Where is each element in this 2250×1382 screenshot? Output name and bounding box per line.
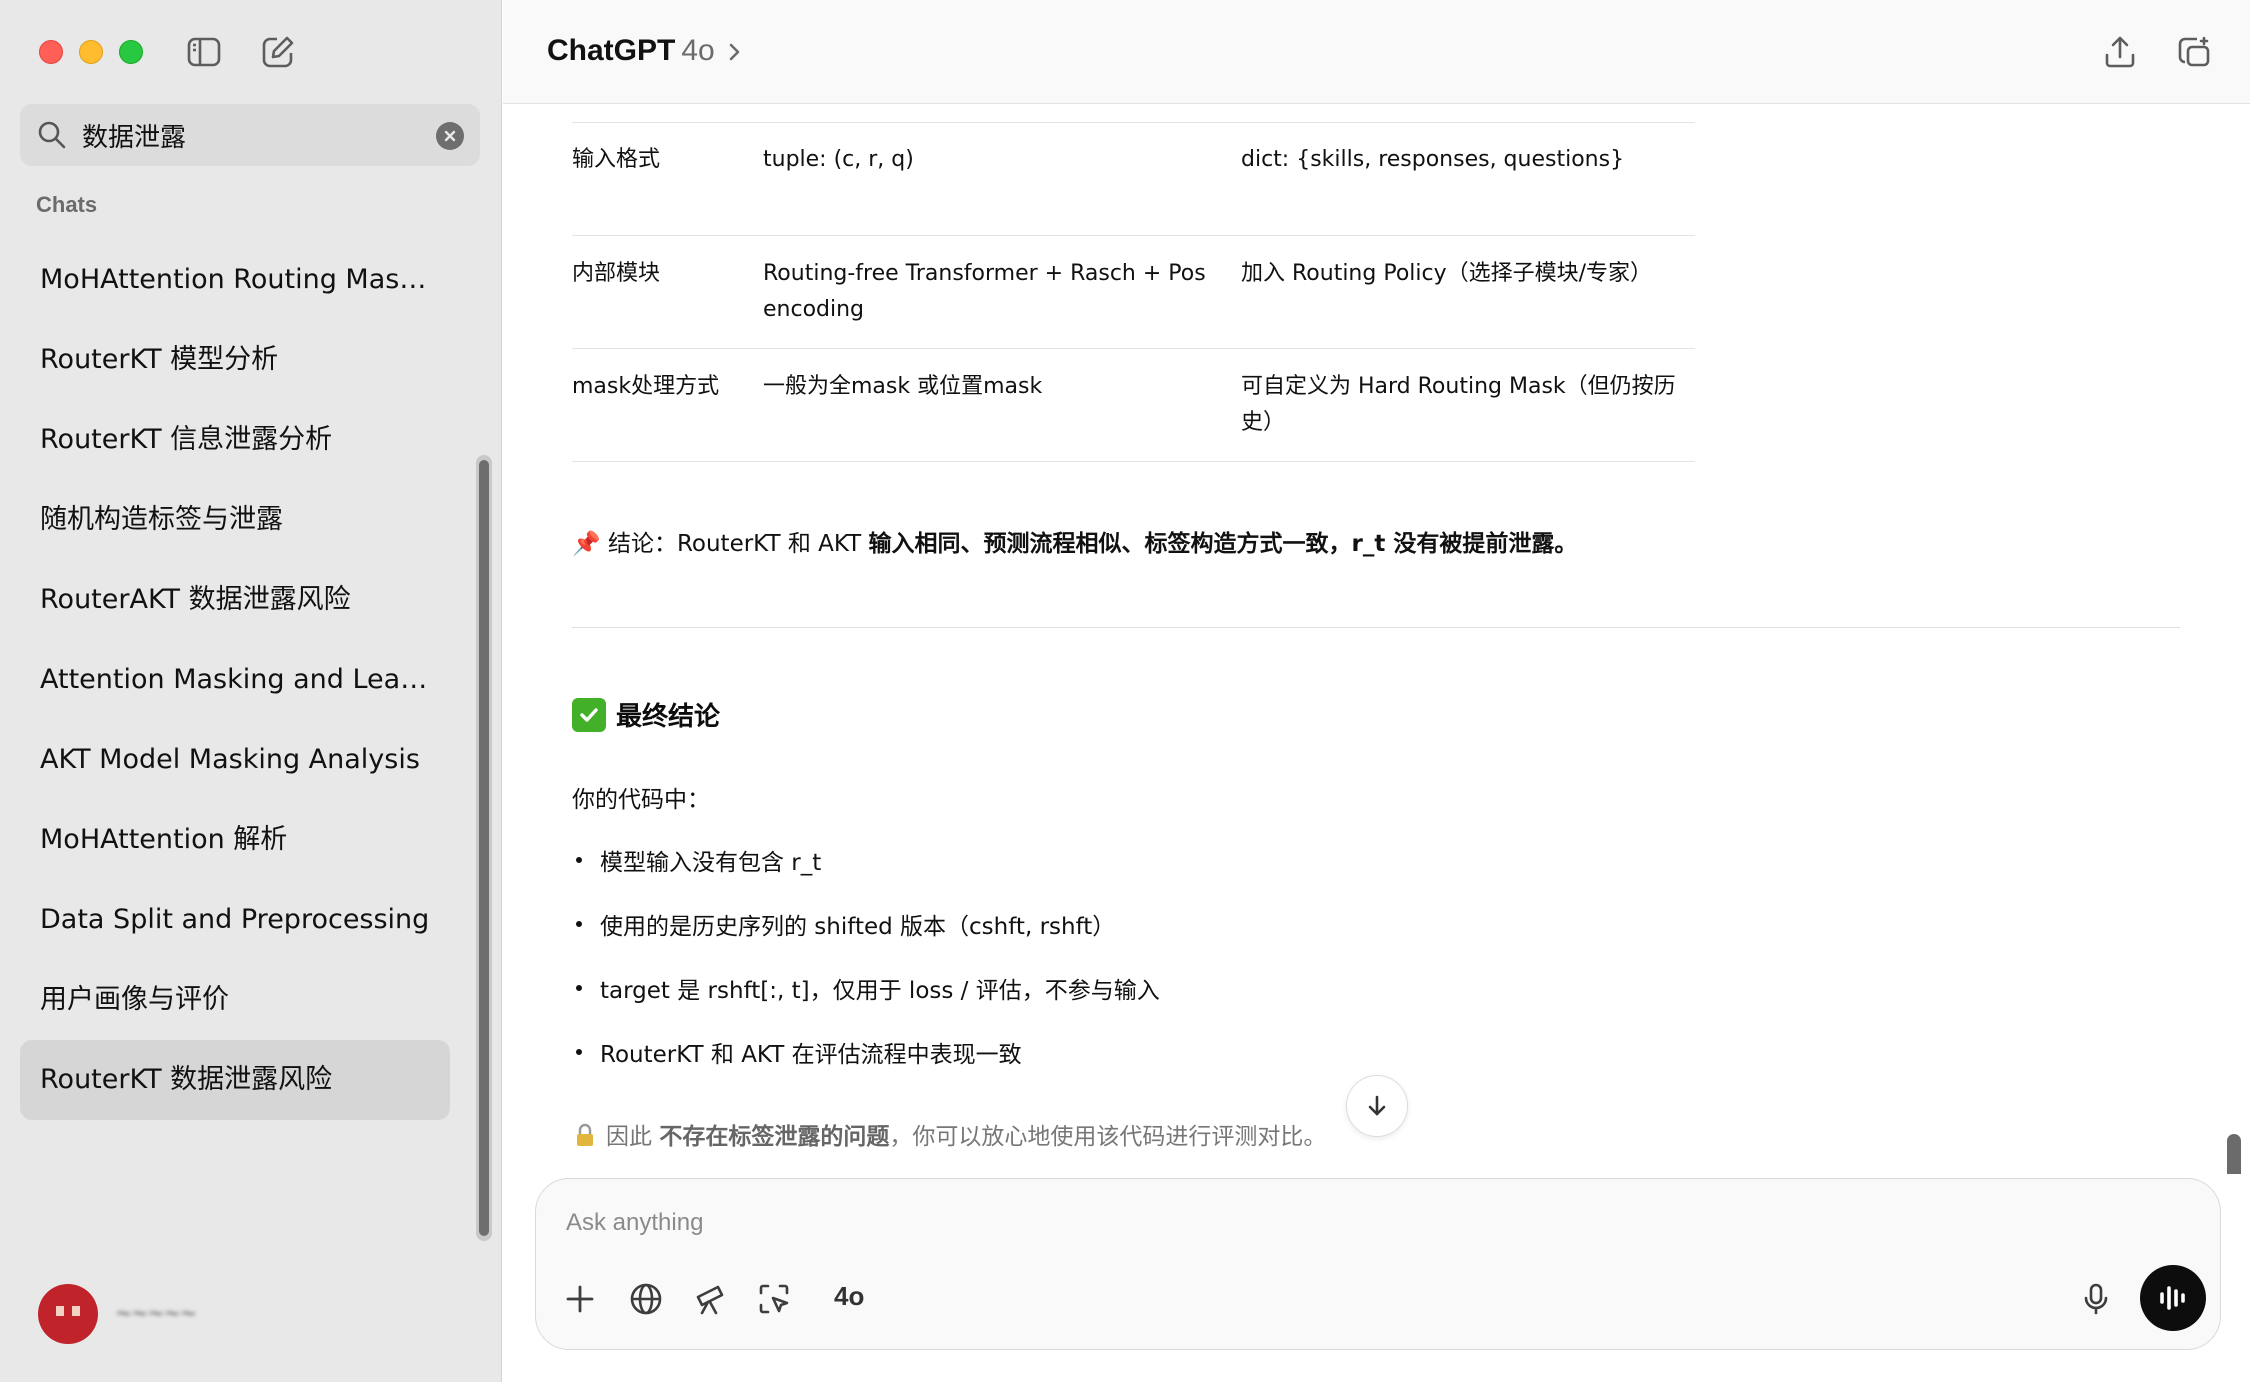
table-row: 输入格式 tuple: (c, r, q) dict: {skills, res… [572,122,1695,236]
window-close-button[interactable] [39,40,63,64]
search-field[interactable] [20,104,480,166]
new-window-icon[interactable] [2172,30,2216,74]
app-title: ChatGPT [547,34,676,67]
comparison-table: 输入格式 tuple: (c, r, q) dict: {skills, res… [572,122,1695,462]
table-cell: dict: {skills, responses, questions} [1241,122,1695,236]
table-cell: 输入格式 [572,122,763,236]
chat-item[interactable]: RouterAKT 数据泄露风险 [20,560,450,640]
lock-line: 因此 不存在标签泄露的问题，你可以放心地使用该代码进行评测对比。 [572,1117,1326,1151]
chat-item[interactable]: 用户画像与评价 [20,960,450,1040]
chats-section-header: Chats [36,192,98,217]
table-cell: 加入 Routing Policy（选择子模块/专家） [1241,235,1695,349]
chat-item[interactable]: Data Split and Preprocessing [20,880,450,960]
lock-suffix: ，你可以放心地使用该代码进行评测对比。 [889,1124,1327,1150]
table-cell: 可自定义为 Hard Routing Mask（但仍按历史） [1241,348,1695,462]
final-heading: 最终结论 [572,696,720,733]
chat-item[interactable]: Attention Masking and Leak... [20,640,450,720]
list-item: 使用的是历史序列的 shifted 版本（cshft, rshft） [572,892,1160,956]
sidebar-toggle-icon[interactable] [184,32,224,72]
chat-item[interactable]: AKT Model Masking Analysis [20,720,450,800]
message-input[interactable] [566,1203,1966,1243]
list-item: target 是 rshft[:, t]，仅用于 loss / 评估，不参与输入 [572,956,1160,1020]
clear-icon[interactable] [436,122,464,150]
table-cell: tuple: (c, r, q) [763,122,1241,236]
table-cell: Routing-free Transformer + Rasch + Pos e… [763,235,1241,349]
main-panel: ChatGPT 4o 输入格式 tuple: (c, r, q) dict: {… [503,0,2250,1382]
telescope-icon[interactable] [686,1275,734,1323]
share-icon[interactable] [2098,30,2142,74]
list-item: RouterKT 和 AKT 在评估流程中表现一致 [572,1020,1160,1084]
chat-item[interactable]: MoHAttention 解析 [20,800,450,880]
final-intro: 你的代码中： [572,787,710,813]
conclusion-bold: 输入相同、预测流程相似、标签构造方式一致，r_t 没有被提前泄露。 [868,531,1578,557]
list-item-text: 模型输入没有包含 r_t [600,850,822,876]
final-heading-text: 最终结论 [616,702,721,732]
window-minimize-button[interactable] [79,40,103,64]
lock-prefix: 因此 [606,1124,660,1150]
chat-list: MoHAttention Routing Mask... RouterKT 模型… [20,240,450,1120]
model-selector[interactable]: ChatGPT 4o [547,34,715,68]
chat-item[interactable]: RouterKT 信息泄露分析 [20,400,450,480]
window-maximize-button[interactable] [119,40,143,64]
main-scrollbar-thumb[interactable] [2227,1134,2241,1174]
list-item-text: target 是 rshft[:, t]，仅用于 loss / 评估，不参与输入 [600,978,1160,1004]
table-cell: 一般为全mask 或位置mask [763,348,1241,462]
lock-bold: 不存在标签泄露的问题 [659,1124,890,1150]
select-icon[interactable] [750,1275,798,1323]
search-icon [38,121,66,149]
user-name[interactable]: ~~~~~ [116,1298,197,1329]
conclusion-prefix: 📌 结论：RouterKT 和 AKT [572,531,869,557]
avatar[interactable] [38,1284,98,1344]
conversation-area: 输入格式 tuple: (c, r, q) dict: {skills, res… [503,104,2250,1174]
chat-item[interactable]: 随机构造标签与泄露 [20,480,450,560]
microphone-icon[interactable] [2072,1275,2120,1323]
chat-item[interactable]: MoHAttention Routing Mask... [20,240,450,320]
plus-icon[interactable] [556,1275,604,1323]
bullet-list: 模型输入没有包含 r_t 使用的是历史序列的 shifted 版本（cshft,… [572,828,1160,1084]
composer-model-label[interactable]: 4o [834,1281,864,1312]
voice-mode-button[interactable] [2140,1265,2206,1331]
voice-wave-icon [2160,1286,2185,1310]
check-icon [572,697,606,732]
lock-icon [577,1123,593,1146]
sidebar-scrollbar-thumb[interactable] [479,460,489,1236]
divider [572,627,2180,628]
top-bar: ChatGPT 4o [503,0,2250,104]
table-row: mask处理方式 一般为全mask 或位置mask 可自定义为 Hard Rou… [572,348,1695,462]
scroll-to-bottom-button[interactable] [1346,1075,1408,1137]
table-cell: 内部模块 [572,235,763,349]
chat-item-active[interactable]: RouterKT 数据泄露风险 [20,1040,450,1120]
list-item: 模型输入没有包含 r_t [572,828,1160,892]
chat-item[interactable]: RouterKT 模型分析 [20,320,450,400]
list-item-text: RouterKT 和 AKT 在评估流程中表现一致 [600,1042,1022,1068]
list-item-text: 使用的是历史序列的 shifted 版本（cshft, rshft） [600,914,1116,940]
globe-icon[interactable] [622,1275,670,1323]
new-chat-icon[interactable] [258,32,298,72]
conclusion-line: 📌 结论：RouterKT 和 AKT 输入相同、预测流程相似、标签构造方式一致… [572,524,1577,558]
composer: 4o [535,1178,2221,1350]
model-version: 4o [681,34,715,67]
sidebar: Chats MoHAttention Routing Mask... Route… [0,0,502,1382]
chevron-right-icon[interactable] [725,38,745,66]
arrow-down-icon [1368,1095,1386,1116]
search-input[interactable] [82,112,422,158]
table-cell: mask处理方式 [572,348,763,462]
table-row: 内部模块 Routing-free Transformer + Rasch + … [572,235,1695,349]
